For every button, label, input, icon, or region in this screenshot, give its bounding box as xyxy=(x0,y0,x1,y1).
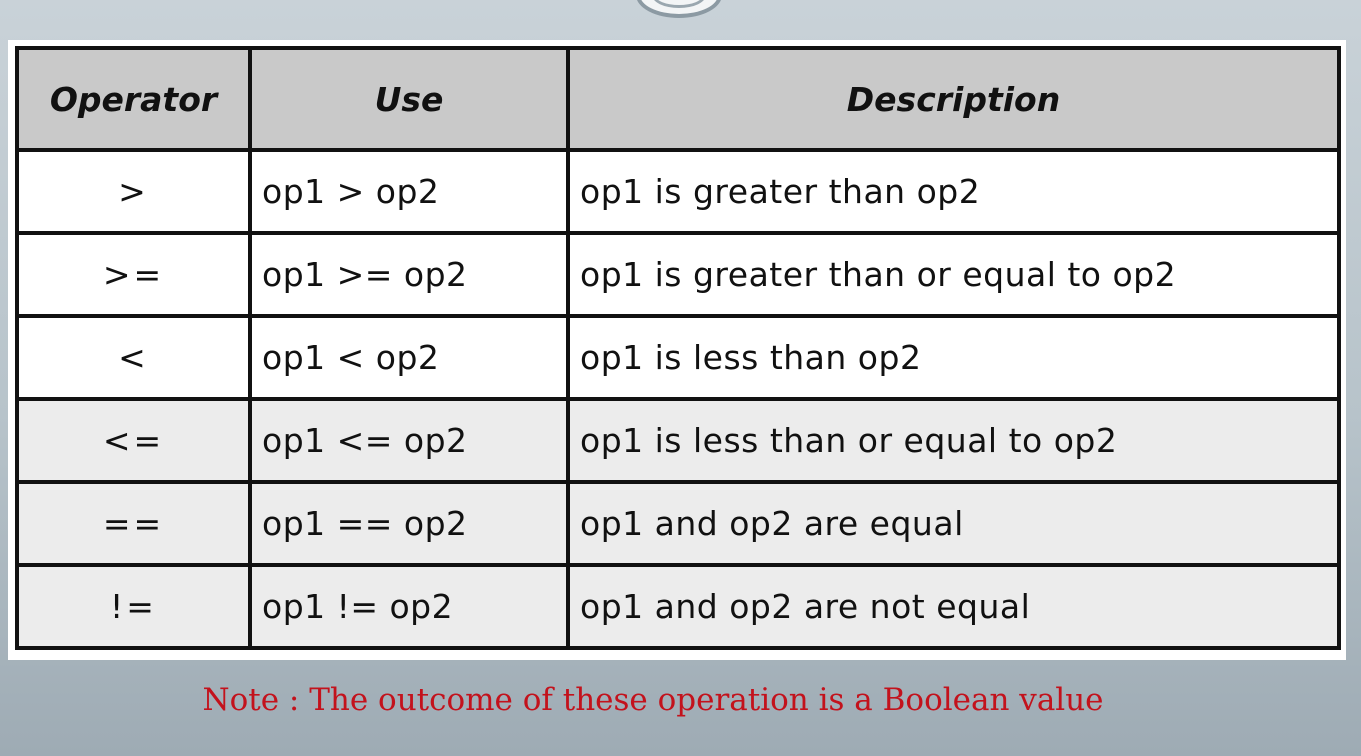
description-cell: op1 and op2 are not equal xyxy=(566,563,1341,650)
boolean-note: Note : The outcome of these operation is… xyxy=(202,682,1104,718)
table-row: <= op1 <= op2 op1 is less than or equal … xyxy=(15,397,1341,484)
table-row: == op1 == op2 op1 and op2 are equal xyxy=(15,480,1341,567)
description-cell: op1 is less than or equal to op2 xyxy=(566,397,1341,484)
operator-cell: <= xyxy=(15,397,252,484)
operator-cell: < xyxy=(15,314,252,401)
header-use: Use xyxy=(248,46,570,152)
table-header-row: Operator Use Description xyxy=(15,46,1341,152)
table-row: >= op1 >= op2 op1 is greater than or equ… xyxy=(15,231,1341,318)
use-cell: op1 < op2 xyxy=(248,314,570,401)
use-cell: op1 <= op2 xyxy=(248,397,570,484)
operator-table-panel: Operator Use Description > op1 > op2 op1… xyxy=(8,40,1346,660)
use-cell: op1 != op2 xyxy=(248,563,570,650)
table-row: < op1 < op2 op1 is less than op2 xyxy=(15,314,1341,401)
description-cell: op1 is greater than op2 xyxy=(566,148,1341,235)
description-cell: op1 is less than op2 xyxy=(566,314,1341,401)
description-cell: op1 is greater than or equal to op2 xyxy=(566,231,1341,318)
header-description: Description xyxy=(566,46,1341,152)
use-cell: op1 >= op2 xyxy=(248,231,570,318)
use-cell: op1 > op2 xyxy=(248,148,570,235)
header-operator: Operator xyxy=(15,46,252,152)
table-row: != op1 != op2 op1 and op2 are not equal xyxy=(15,563,1341,650)
description-cell: op1 and op2 are equal xyxy=(566,480,1341,567)
operator-cell: == xyxy=(15,480,252,567)
operator-table: Operator Use Description > op1 > op2 op1… xyxy=(15,46,1341,650)
table-row: > op1 > op2 op1 is greater than op2 xyxy=(15,148,1341,235)
logo-emblem xyxy=(636,0,722,18)
use-cell: op1 == op2 xyxy=(248,480,570,567)
operator-cell: >= xyxy=(15,231,252,318)
operator-cell: != xyxy=(15,563,252,650)
operator-cell: > xyxy=(15,148,252,235)
